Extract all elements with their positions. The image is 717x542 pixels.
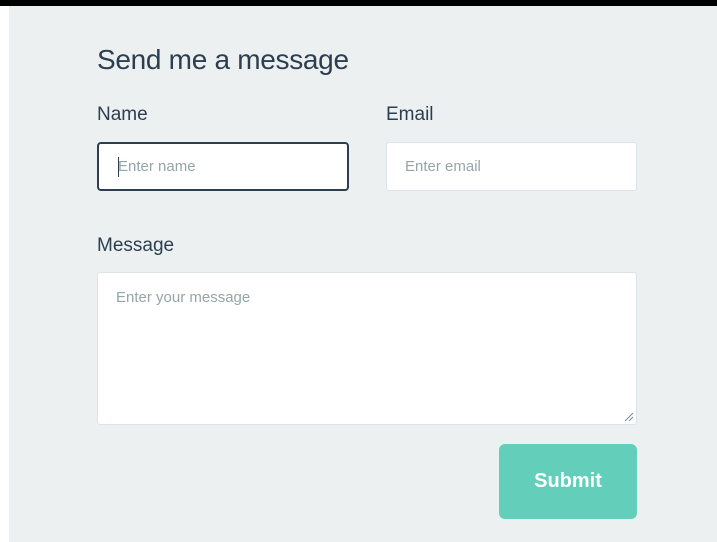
email-label: Email (386, 104, 434, 125)
message-label: Message (97, 235, 175, 256)
form-title: Send me a message (97, 44, 349, 75)
name-input[interactable] (97, 142, 349, 191)
email-input[interactable] (386, 142, 637, 191)
submit-button[interactable]: Submit (499, 444, 637, 519)
name-label: Name (97, 104, 148, 125)
resize-grip-icon[interactable] (622, 410, 634, 422)
message-textarea[interactable] (97, 272, 637, 425)
text-cursor (118, 157, 119, 177)
